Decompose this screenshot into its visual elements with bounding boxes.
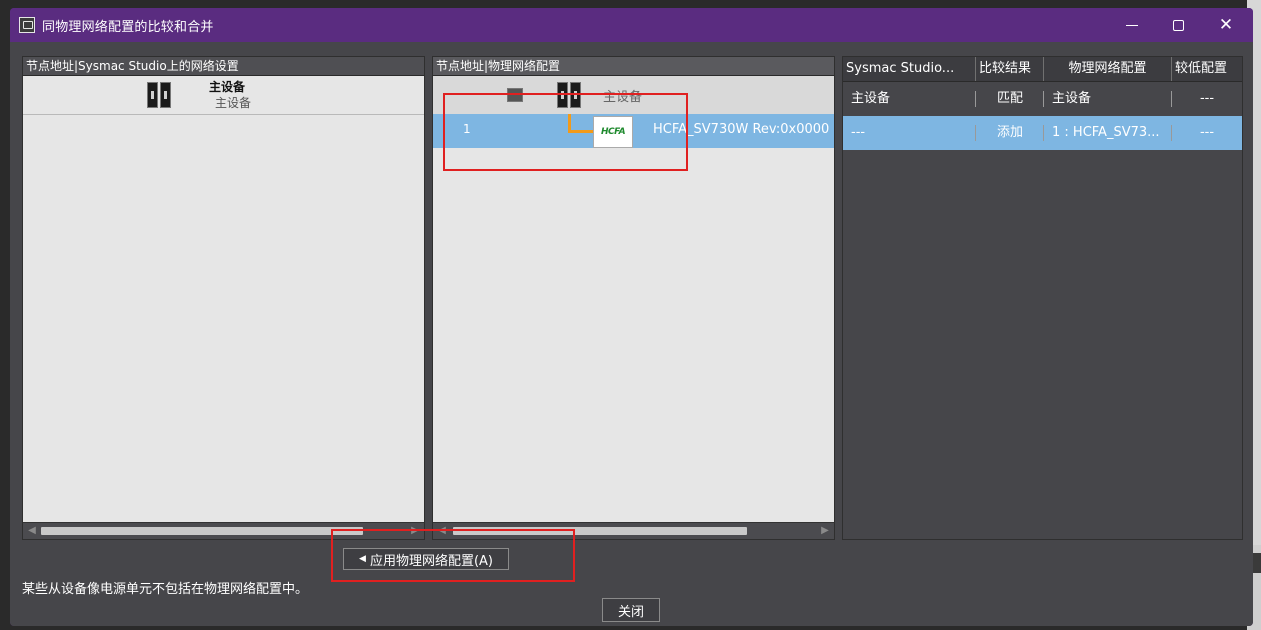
scroll-left-icon[interactable]: ◀ <box>25 525 39 537</box>
cell-sysmac: 主设备 <box>843 82 976 116</box>
apply-button-label: 应用物理网络配置(A) <box>369 553 493 569</box>
window-title: 同物理网络配置的比较和合并 <box>42 19 214 35</box>
dialog-content: 节点地址|Sysmac Studio上的网络设置 主设备 主设备 ◀ ▶ 节点地… <box>10 42 1253 626</box>
table-row[interactable]: 主设备 匹配 主设备 --- <box>843 82 1242 116</box>
compare-result-table: Sysmac Studio... 比较结果 物理网络配置 较低配置 主设备 匹配… <box>842 56 1243 540</box>
device-name: HCFA_SV730W Rev:0x0000 <box>653 122 830 137</box>
column-header-lower[interactable]: 较低配置 <box>1172 57 1242 81</box>
status-message: 某些从设备像电源单元不包括在物理网络配置中。 <box>22 582 309 597</box>
node-address: 1 <box>463 122 471 136</box>
horizontal-scrollbar-left[interactable]: ◀ ▶ <box>23 522 424 539</box>
tree-row-master[interactable]: 主设备 <box>433 76 834 114</box>
cell-physical: 1 : HCFA_SV73... <box>1044 116 1172 150</box>
column-header-physical[interactable]: 物理网络配置 <box>1044 57 1172 81</box>
device-label: 主设备 <box>209 80 246 94</box>
cell-lower: --- <box>1199 91 1215 106</box>
tree-row-hcfa[interactable]: 1 HCFA HCFA_SV730W Rev:0x0000 <box>433 114 834 148</box>
close-window-button[interactable]: ✕ <box>1203 8 1249 42</box>
close-icon: ✕ <box>1218 15 1234 35</box>
scroll-right-icon[interactable]: ▶ <box>408 525 422 537</box>
table-header: Sysmac Studio... 比较结果 物理网络配置 较低配置 <box>843 57 1242 82</box>
close-button[interactable]: 关闭 <box>602 598 660 622</box>
device-sublabel: 主设备 <box>215 96 252 110</box>
title-bar[interactable]: 同物理网络配置的比较和合并 ✕ <box>10 8 1253 42</box>
column-header-result[interactable]: 比较结果 <box>976 57 1044 81</box>
panel-header-sysmac: 节点地址|Sysmac Studio上的网络设置 <box>23 57 424 76</box>
horizontal-scrollbar-mid[interactable]: ◀ ▶ <box>433 522 834 539</box>
hcfa-logo-icon: HCFA <box>593 116 633 148</box>
tree-connector-line <box>568 114 593 133</box>
maximize-icon <box>1172 19 1184 31</box>
sysmac-network-panel: 节点地址|Sysmac Studio上的网络设置 主设备 主设备 ◀ ▶ <box>22 56 425 540</box>
physical-network-panel: 节点地址|物理网络配置 主设备 1 HCFA HCFA_SV730W Rev:0… <box>432 56 835 540</box>
collapse-toggle-icon[interactable] <box>507 88 523 102</box>
maximize-button[interactable] <box>1155 8 1201 42</box>
table-row-selected[interactable]: --- 添加 1 : HCFA_SV73... --- <box>843 116 1242 150</box>
column-header-sysmac[interactable]: Sysmac Studio... <box>843 57 976 81</box>
cell-lower: --- <box>1199 125 1215 140</box>
cell-physical: 主设备 <box>1044 82 1172 116</box>
app-icon <box>19 17 35 33</box>
cell-sysmac: --- <box>843 116 976 150</box>
controller-icon <box>147 82 173 108</box>
minimize-button[interactable] <box>1109 8 1155 42</box>
controller-icon <box>557 82 583 108</box>
device-label: 主设备 <box>603 90 643 105</box>
tree-row-master[interactable]: 主设备 主设备 <box>23 76 424 115</box>
cell-result: 添加 <box>976 116 1044 150</box>
cell-result: 匹配 <box>976 82 1044 116</box>
scroll-left-icon[interactable]: ◀ <box>435 525 449 537</box>
scroll-thumb[interactable] <box>41 527 363 535</box>
scroll-thumb[interactable] <box>453 527 747 535</box>
scroll-right-icon[interactable]: ▶ <box>818 525 832 537</box>
minimize-icon <box>1126 24 1138 26</box>
arrow-left-icon: ◀ <box>359 554 366 564</box>
apply-physical-config-button[interactable]: ◀ 应用物理网络配置(A) <box>343 548 509 570</box>
panel-header-physical: 节点地址|物理网络配置 <box>433 57 834 76</box>
compare-merge-dialog: 同物理网络配置的比较和合并 ✕ 节点地址|Sysmac Studio上的网络设置… <box>10 8 1253 626</box>
